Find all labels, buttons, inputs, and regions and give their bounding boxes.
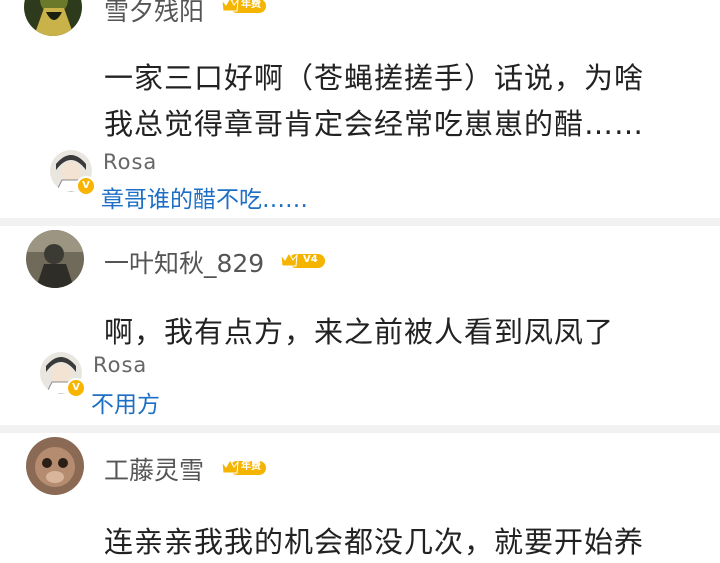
level-badge: V4 xyxy=(279,251,325,269)
crown-icon xyxy=(280,251,325,268)
badge-label: 年费 xyxy=(241,0,261,10)
comment-body: 一家三口好啊（苍蝇搓搓手）话说，为啥 我总觉得章哥肯定会经常吃崽崽的醋…… xyxy=(104,55,644,147)
username[interactable]: 一叶知秋_829 xyxy=(104,244,264,280)
divider xyxy=(0,218,720,226)
reply-body: 章哥谁的醋不吃…… xyxy=(101,187,308,213)
comment-line: 啊，我有点方，来之前被人看到凤凤了 xyxy=(104,315,615,349)
avatar[interactable] xyxy=(26,437,84,495)
annual-badge: 年费 xyxy=(220,0,266,14)
verified-icon: V xyxy=(76,176,96,196)
annual-badge: 年费 xyxy=(220,458,266,476)
reply-username[interactable]: Rosa xyxy=(103,150,157,174)
avatar[interactable] xyxy=(26,230,84,288)
comment-body: 啊，我有点方，来之前被人看到凤凤了 xyxy=(104,309,614,355)
badge-label: 年费 xyxy=(241,461,261,472)
comment-line: 我总觉得章哥肯定会经常吃崽崽的醋…… xyxy=(104,107,645,141)
username[interactable]: 工藤灵雪 xyxy=(104,451,204,487)
comment-feed: 雪夕残阳 年费 一家三口好啊（苍蝇搓搓手）话说，为啥 我总觉得章哥肯定会经常吃崽… xyxy=(0,0,720,563)
verified-icon: V xyxy=(66,378,86,398)
reply-username[interactable]: Rosa xyxy=(93,353,147,377)
username[interactable]: 雪夕残阳 xyxy=(104,0,204,28)
divider xyxy=(0,425,720,433)
comment-line: 连亲亲我我的机会都没几次，就要开始养 xyxy=(104,525,645,559)
reply-body: 不用方 xyxy=(91,392,160,418)
comment-line: 一家三口好啊（苍蝇搓搓手）话说，为啥 xyxy=(104,61,645,95)
avatar[interactable] xyxy=(24,0,82,36)
badge-label: V4 xyxy=(303,254,318,265)
comment-body: 连亲亲我我的机会都没几次，就要开始养 xyxy=(104,519,644,563)
